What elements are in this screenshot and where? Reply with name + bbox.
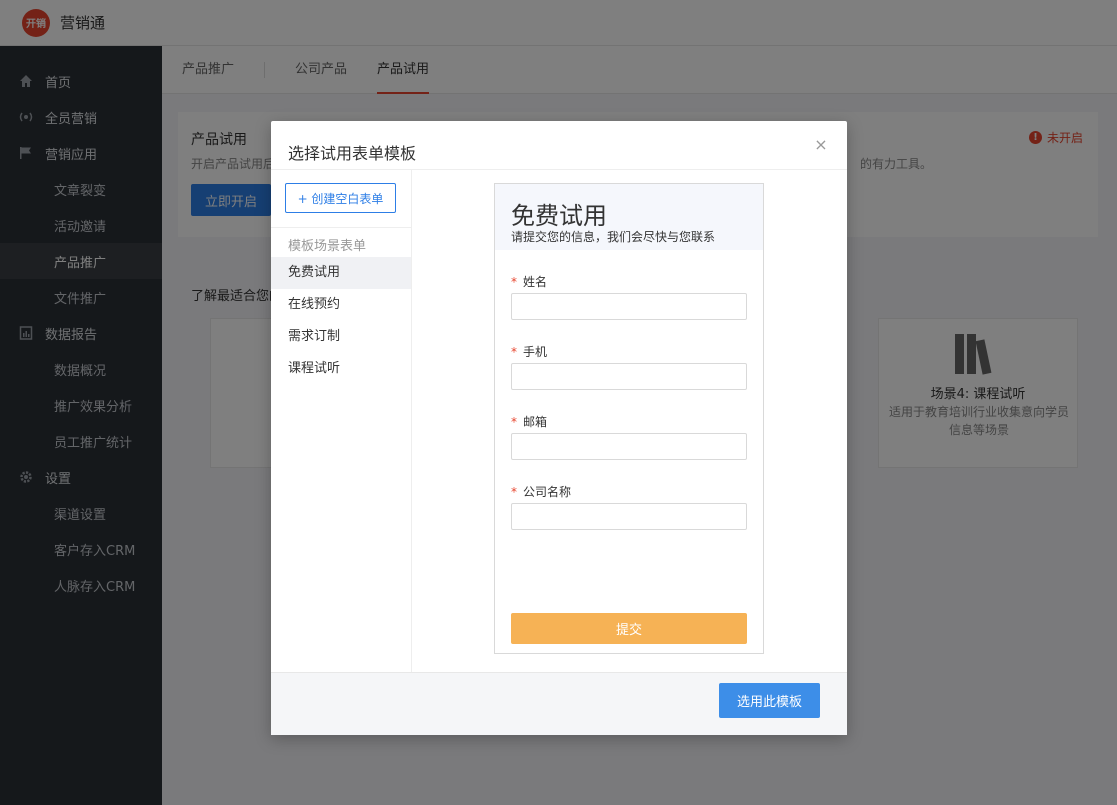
template-list-heading: 模板场景表单 — [288, 239, 367, 254]
close-icon[interactable]: × — [813, 137, 829, 153]
email-field[interactable] — [511, 433, 747, 460]
divider — [271, 227, 412, 228]
dialog-footer: 选用此模板 — [271, 672, 847, 735]
company-field[interactable] — [511, 503, 747, 530]
template-sidebar: + 创建空白表单 模板场景表单 免费试用 在线预约 需求订制 课程试听 — [271, 170, 412, 672]
choose-template-button[interactable]: 选用此模板 — [719, 683, 820, 718]
required-mark: * — [511, 485, 517, 499]
field-label-company: * 公司名称 — [511, 485, 572, 499]
template-item-course-audition[interactable]: 课程试听 — [271, 353, 411, 385]
phone-field[interactable] — [511, 363, 747, 390]
template-select-dialog: 选择试用表单模板 × + 创建空白表单 模板场景表单 免费试用 在线预约 需求订… — [271, 121, 847, 735]
submit-button[interactable]: 提交 — [511, 613, 747, 644]
template-list: 免费试用 在线预约 需求订制 课程试听 — [271, 257, 411, 385]
dialog-header: 选择试用表单模板 × — [271, 121, 847, 170]
required-mark: * — [511, 345, 517, 359]
preview-banner: 免费试用 请提交您的信息，我们会尽快与您联系 — [495, 184, 763, 250]
template-item-online-booking[interactable]: 在线预约 — [271, 289, 411, 321]
required-mark: * — [511, 415, 517, 429]
create-blank-form-button[interactable]: + 创建空白表单 — [285, 183, 396, 213]
form-preview: 免费试用 请提交您的信息，我们会尽快与您联系 * 姓名 * 手机 * 邮箱 * 公司名称… — [494, 183, 764, 654]
dialog-title: 选择试用表单模板 — [288, 144, 417, 163]
preview-title: 免费试用 — [511, 202, 607, 230]
preview-subtitle: 请提交您的信息，我们会尽快与您联系 — [511, 230, 716, 244]
field-label-name: * 姓名 — [511, 275, 548, 289]
name-field[interactable] — [511, 293, 747, 320]
template-item-free-trial[interactable]: 免费试用 — [271, 257, 411, 289]
template-item-custom-request[interactable]: 需求订制 — [271, 321, 411, 353]
required-mark: * — [511, 275, 517, 289]
field-label-email: * 邮箱 — [511, 415, 548, 429]
field-label-phone: * 手机 — [511, 345, 548, 359]
